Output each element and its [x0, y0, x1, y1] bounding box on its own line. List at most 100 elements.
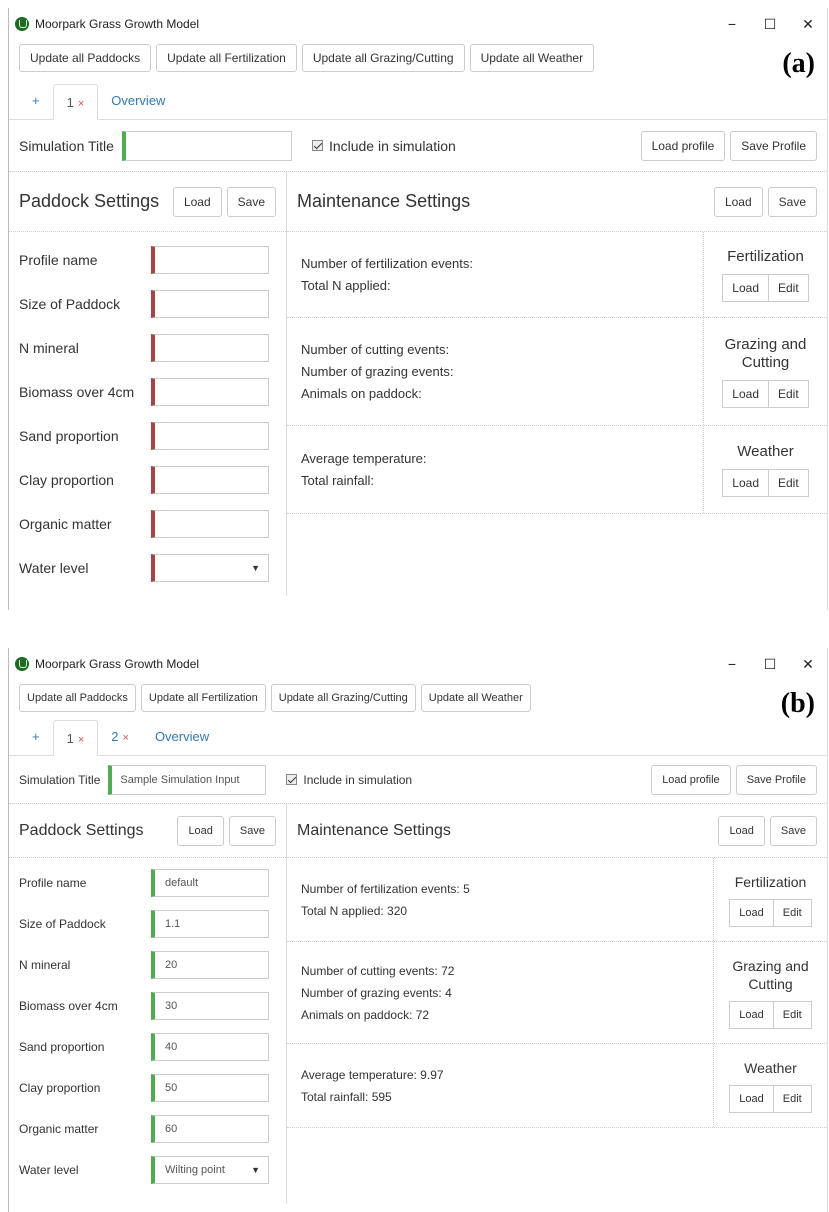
paddock-save-button[interactable]: Save [226, 186, 276, 217]
close-tab-icon[interactable]: × [78, 734, 84, 746]
n-mineral-input[interactable] [151, 334, 269, 362]
save-profile-button[interactable]: Save Profile [735, 764, 817, 795]
profile-name-input[interactable]: default [151, 868, 269, 897]
water-level-select[interactable]: Wilting point ▼ [151, 1155, 269, 1184]
clay-proportion-label: Clay proportion [19, 472, 114, 488]
tab-1[interactable]: 1 × [52, 720, 99, 756]
close-icon[interactable]: ✕ [789, 16, 827, 33]
update-all-paddocks-button[interactable]: Update all Paddocks [19, 44, 152, 72]
grazing-edit-button[interactable]: Edit [773, 1000, 812, 1029]
profile-name-input[interactable] [151, 246, 269, 274]
weather-title: Weather [744, 1059, 797, 1076]
paddock-load-button[interactable]: Load [177, 815, 224, 846]
grazing-edit-button[interactable]: Edit [769, 379, 809, 408]
fertilization-section: Number of fertilization events: Total N a… [287, 232, 827, 318]
update-all-weather-button[interactable]: Update all Weather [420, 684, 531, 712]
update-all-paddocks-button[interactable]: Update all Paddocks [19, 684, 136, 712]
close-tab-icon[interactable]: × [123, 732, 129, 744]
update-all-fertilization-button[interactable]: Update all Fertilization [156, 44, 297, 72]
weather-load-button[interactable]: Load [722, 468, 769, 497]
tab-label: 2 [111, 729, 119, 744]
update-all-grazing-cutting-button[interactable]: Update all Grazing/Cutting [270, 684, 416, 712]
fertilization-edit-button[interactable]: Edit [773, 898, 812, 927]
organic-matter-input[interactable] [151, 510, 269, 538]
save-profile-button[interactable]: Save Profile [730, 130, 817, 161]
include-in-simulation-checkbox[interactable]: Include in simulation [286, 773, 412, 787]
fertilization-section: Number of fertilization events: 5 Total N… [287, 858, 827, 942]
cutting-events-text: Number of cutting events: 72 [301, 963, 455, 978]
grazing-load-button[interactable]: Load [722, 379, 769, 408]
minimize-icon[interactable]: − [713, 656, 751, 673]
fertilization-load-button[interactable]: Load [722, 273, 769, 302]
simulation-title-label: Simulation Title [19, 772, 101, 787]
simulation-title-input[interactable]: Sample Simulation Input [108, 764, 267, 795]
size-of-paddock-input[interactable]: 1.1 [151, 909, 269, 938]
sand-proportion-input[interactable]: 40 [151, 1032, 269, 1061]
update-all-weather-button[interactable]: Update all Weather [469, 44, 595, 72]
organic-matter-input[interactable]: 60 [151, 1114, 269, 1143]
close-tab-icon[interactable]: × [78, 98, 84, 110]
water-level-label: Water level [19, 560, 89, 576]
add-tab-button[interactable]: + [19, 719, 53, 755]
simulation-row: Simulation Title Sample Simulation Input… [9, 756, 827, 804]
grazing-cutting-title: Grazing and Cutting [724, 335, 807, 371]
weather-load-button[interactable]: Load [729, 1084, 774, 1113]
fertilization-edit-button[interactable]: Edit [769, 273, 809, 302]
tab-bar: + 1 × 2 × Overview [9, 716, 827, 756]
simulation-title-input[interactable] [121, 130, 292, 161]
biomass-label: Biomass over 4cm [19, 998, 118, 1013]
profile-name-label: Profile name [19, 252, 98, 268]
paddock-save-button[interactable]: Save [228, 815, 276, 846]
sand-proportion-input[interactable] [151, 422, 269, 450]
size-of-paddock-input[interactable] [151, 290, 269, 318]
maintenance-load-button[interactable]: Load [713, 186, 763, 217]
n-mineral-label: N mineral [19, 340, 79, 356]
load-profile-button[interactable]: Load profile [640, 130, 726, 161]
title-bar: Moorpark Grass Growth Model − ☐ ✕ [9, 8, 827, 40]
grazing-load-button[interactable]: Load [729, 1000, 774, 1029]
tab-overview[interactable]: Overview [98, 83, 178, 119]
clay-proportion-input[interactable]: 50 [151, 1073, 269, 1102]
maintenance-load-button[interactable]: Load [718, 815, 765, 846]
minimize-icon[interactable]: − [713, 16, 751, 33]
water-level-label: Water level [19, 1162, 79, 1177]
biomass-input[interactable] [151, 378, 269, 406]
cutting-events-text: Number of cutting events: [301, 341, 450, 357]
close-icon[interactable]: ✕ [789, 656, 827, 673]
maintenance-save-button[interactable]: Save [769, 815, 817, 846]
add-tab-button[interactable]: + [19, 83, 53, 119]
weather-edit-button[interactable]: Edit [769, 468, 809, 497]
maximize-icon[interactable]: ☐ [751, 656, 789, 673]
toolbar: Update all Paddocks Update all Fertiliza… [9, 680, 827, 716]
total-rainfall-text: Total rainfall: 595 [301, 1089, 392, 1104]
weather-section: Average temperature: Total rainfall: Weat… [287, 426, 827, 514]
sand-proportion-label: Sand proportion [19, 1039, 105, 1054]
fertilization-load-button[interactable]: Load [729, 898, 774, 927]
biomass-label: Biomass over 4cm [19, 384, 135, 400]
maintenance-panel: Maintenance Settings Load Save Number of… [287, 172, 827, 596]
weather-edit-button[interactable]: Edit [773, 1084, 812, 1113]
grazing-cutting-section: Number of cutting events: 72 Number of gr… [287, 942, 827, 1044]
maximize-icon[interactable]: ☐ [751, 16, 789, 33]
load-profile-button[interactable]: Load profile [651, 764, 731, 795]
fertilization-title: Fertilization [727, 247, 804, 265]
fertilization-title: Fertilization [734, 873, 807, 890]
organic-matter-label: Organic matter [19, 516, 112, 532]
tab-1[interactable]: 1 × [52, 84, 99, 120]
clay-proportion-input[interactable] [151, 466, 269, 494]
paddock-load-button[interactable]: Load [172, 186, 222, 217]
biomass-input[interactable]: 30 [151, 991, 269, 1020]
size-of-paddock-label: Size of Paddock [19, 916, 106, 931]
update-all-fertilization-button[interactable]: Update all Fertilization [140, 684, 266, 712]
tab-overview[interactable]: Overview [142, 719, 222, 755]
maintenance-settings-title: Maintenance Settings [297, 191, 471, 211]
n-mineral-input[interactable]: 20 [151, 950, 269, 979]
maintenance-save-button[interactable]: Save [767, 186, 817, 217]
grass-logo-icon [15, 657, 29, 671]
tab-2[interactable]: 2 × [98, 719, 142, 755]
sand-proportion-label: Sand proportion [19, 428, 119, 444]
update-all-grazing-cutting-button[interactable]: Update all Grazing/Cutting [301, 44, 465, 72]
include-in-simulation-checkbox[interactable]: Include in simulation [311, 138, 456, 154]
weather-section: Average temperature: 9.97 Total rainfall:… [287, 1044, 827, 1128]
water-level-select[interactable]: ▼ [151, 554, 269, 582]
